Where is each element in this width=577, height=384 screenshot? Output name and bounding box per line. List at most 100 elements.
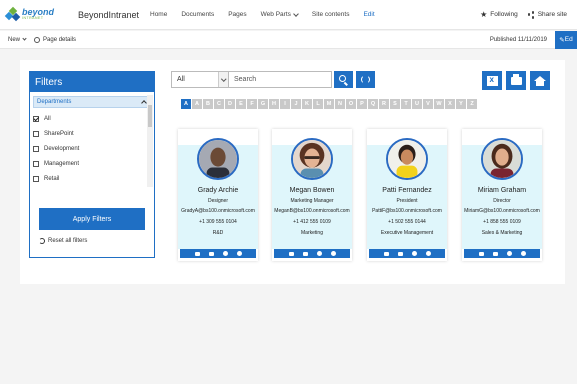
letter-button[interactable]: Z bbox=[467, 99, 477, 109]
checkbox[interactable] bbox=[33, 130, 39, 137]
letter-button[interactable]: C bbox=[214, 99, 224, 109]
command-bar: New Page details Published 11/11/2019 ✎ E… bbox=[0, 30, 577, 49]
letter-button[interactable]: H bbox=[269, 99, 279, 109]
export-excel-button[interactable] bbox=[482, 71, 502, 90]
person-card[interactable]: Grady Archie Designer GradyA@bs100.onmic… bbox=[178, 129, 258, 261]
letter-button[interactable]: U bbox=[412, 99, 422, 109]
chat-icon[interactable] bbox=[222, 251, 228, 256]
person-phone: +1 858 555 0109 bbox=[483, 219, 521, 225]
phone-icon[interactable] bbox=[208, 251, 214, 256]
letter-button[interactable]: W bbox=[434, 99, 444, 109]
profile-icon[interactable] bbox=[236, 251, 242, 256]
letter-button[interactable]: D bbox=[225, 99, 235, 109]
print-button[interactable] bbox=[506, 71, 526, 90]
share-site-button[interactable]: Share site bbox=[527, 11, 567, 19]
letter-button[interactable]: P bbox=[357, 99, 367, 109]
person-card[interactable]: Miriam Graham Director MiriamG@bs100.onm… bbox=[462, 129, 542, 261]
site-name[interactable]: BeyondIntranet bbox=[78, 10, 150, 20]
departments-scrollbar[interactable] bbox=[147, 95, 153, 187]
apply-filters-button[interactable]: Apply Filters bbox=[39, 208, 145, 230]
following-button[interactable]: ★ Following bbox=[480, 10, 518, 19]
letter-button[interactable]: V bbox=[423, 99, 433, 109]
nav-edit[interactable]: Edit bbox=[363, 11, 374, 18]
letter-button[interactable]: L bbox=[313, 99, 323, 109]
letter-button[interactable]: I bbox=[280, 99, 290, 109]
dept-item-sharepoint[interactable]: SharePoint bbox=[33, 126, 151, 141]
letter-button[interactable]: Q bbox=[368, 99, 378, 109]
search-button[interactable] bbox=[334, 71, 353, 88]
letter-button[interactable]: T bbox=[401, 99, 411, 109]
checkbox[interactable] bbox=[33, 115, 39, 122]
person-department: R&D bbox=[212, 230, 224, 236]
chat-icon[interactable] bbox=[506, 251, 512, 256]
edit-label: Ed bbox=[564, 36, 573, 43]
departments-header[interactable]: Departments bbox=[33, 96, 151, 108]
dept-item-retail[interactable]: Retail bbox=[33, 171, 151, 186]
person-email[interactable]: PattiF@bs100.onmicrosoft.com bbox=[367, 208, 447, 214]
reset-filters-link[interactable]: Reset all filters bbox=[39, 238, 87, 244]
letter-button[interactable]: J bbox=[291, 99, 301, 109]
phone-icon[interactable] bbox=[397, 251, 403, 256]
published-status: Published 11/11/2019 bbox=[489, 36, 547, 43]
chat-icon[interactable] bbox=[411, 251, 417, 256]
card-actions bbox=[369, 249, 445, 258]
letter-button[interactable]: G bbox=[258, 99, 268, 109]
dept-item-development[interactable]: Development bbox=[33, 141, 151, 156]
checkbox[interactable] bbox=[33, 160, 39, 167]
person-card[interactable]: Patti Fernandez President PattiF@bs100.o… bbox=[367, 129, 447, 261]
profile-icon[interactable] bbox=[425, 251, 431, 256]
letter-button[interactable]: N bbox=[335, 99, 345, 109]
category-dropdown[interactable]: All bbox=[171, 71, 229, 88]
checkbox[interactable] bbox=[33, 175, 39, 182]
letter-button[interactable]: A bbox=[192, 99, 202, 109]
dept-label: SharePoint bbox=[44, 130, 74, 137]
chat-icon[interactable] bbox=[316, 251, 322, 256]
mail-icon[interactable] bbox=[288, 251, 294, 256]
search-input[interactable]: Search bbox=[229, 71, 332, 88]
person-name: Miriam Graham bbox=[477, 187, 527, 194]
person-email[interactable]: MiriamG@bs100.onmicrosoft.com bbox=[462, 208, 542, 214]
nav-documents[interactable]: Documents bbox=[181, 11, 214, 18]
top-bar: beyond INTRANET BeyondIntranet Home Docu… bbox=[0, 0, 577, 30]
letter-button[interactable]: F bbox=[247, 99, 257, 109]
refresh-button[interactable] bbox=[356, 71, 375, 88]
dept-label: Development bbox=[44, 145, 80, 152]
letter-button[interactable]: R bbox=[379, 99, 389, 109]
chevron-up-icon bbox=[141, 100, 147, 106]
nav-pages[interactable]: Pages bbox=[228, 11, 246, 18]
profile-icon[interactable] bbox=[330, 251, 336, 256]
scrollbar-thumb[interactable] bbox=[148, 105, 152, 127]
home-button[interactable] bbox=[530, 71, 550, 90]
letter-button[interactable]: A bbox=[181, 99, 191, 109]
letter-button[interactable]: S bbox=[390, 99, 400, 109]
nav-site-contents[interactable]: Site contents bbox=[312, 11, 350, 18]
nav-web-parts[interactable]: Web Parts bbox=[261, 10, 299, 18]
mail-icon[interactable] bbox=[478, 251, 484, 256]
profile-icon[interactable] bbox=[520, 251, 526, 256]
dept-item-all[interactable]: All bbox=[33, 111, 151, 126]
edit-button[interactable]: ✎ Ed bbox=[555, 30, 577, 49]
nav-home[interactable]: Home bbox=[150, 11, 167, 18]
new-button[interactable]: New bbox=[8, 36, 27, 43]
person-email[interactable]: GradyA@bs100.onmicrosoft.com bbox=[178, 208, 258, 214]
dropdown-arrow[interactable] bbox=[218, 72, 228, 87]
mail-icon[interactable] bbox=[194, 251, 200, 256]
logo[interactable]: beyond INTRANET bbox=[4, 6, 70, 22]
phone-icon[interactable] bbox=[302, 251, 308, 256]
dept-item-management[interactable]: Management bbox=[33, 156, 151, 171]
letter-button[interactable]: M bbox=[324, 99, 334, 109]
letter-button[interactable]: K bbox=[302, 99, 312, 109]
mail-icon[interactable] bbox=[383, 251, 389, 256]
new-label: New bbox=[8, 36, 21, 43]
person-email[interactable]: MeganB@bs100.onmicrosoft.com bbox=[272, 208, 352, 214]
person-card[interactable]: Megan Bowen Marketing Manager MeganB@bs1… bbox=[272, 129, 352, 261]
phone-icon[interactable] bbox=[492, 251, 498, 256]
letter-button[interactable]: O bbox=[346, 99, 356, 109]
letter-button[interactable]: B bbox=[203, 99, 213, 109]
checkbox[interactable] bbox=[33, 145, 39, 152]
page-details-button[interactable]: Page details bbox=[34, 36, 76, 43]
dept-label: Retail bbox=[44, 175, 60, 182]
letter-button[interactable]: E bbox=[236, 99, 246, 109]
letter-button[interactable]: X bbox=[445, 99, 455, 109]
letter-button[interactable]: Y bbox=[456, 99, 466, 109]
